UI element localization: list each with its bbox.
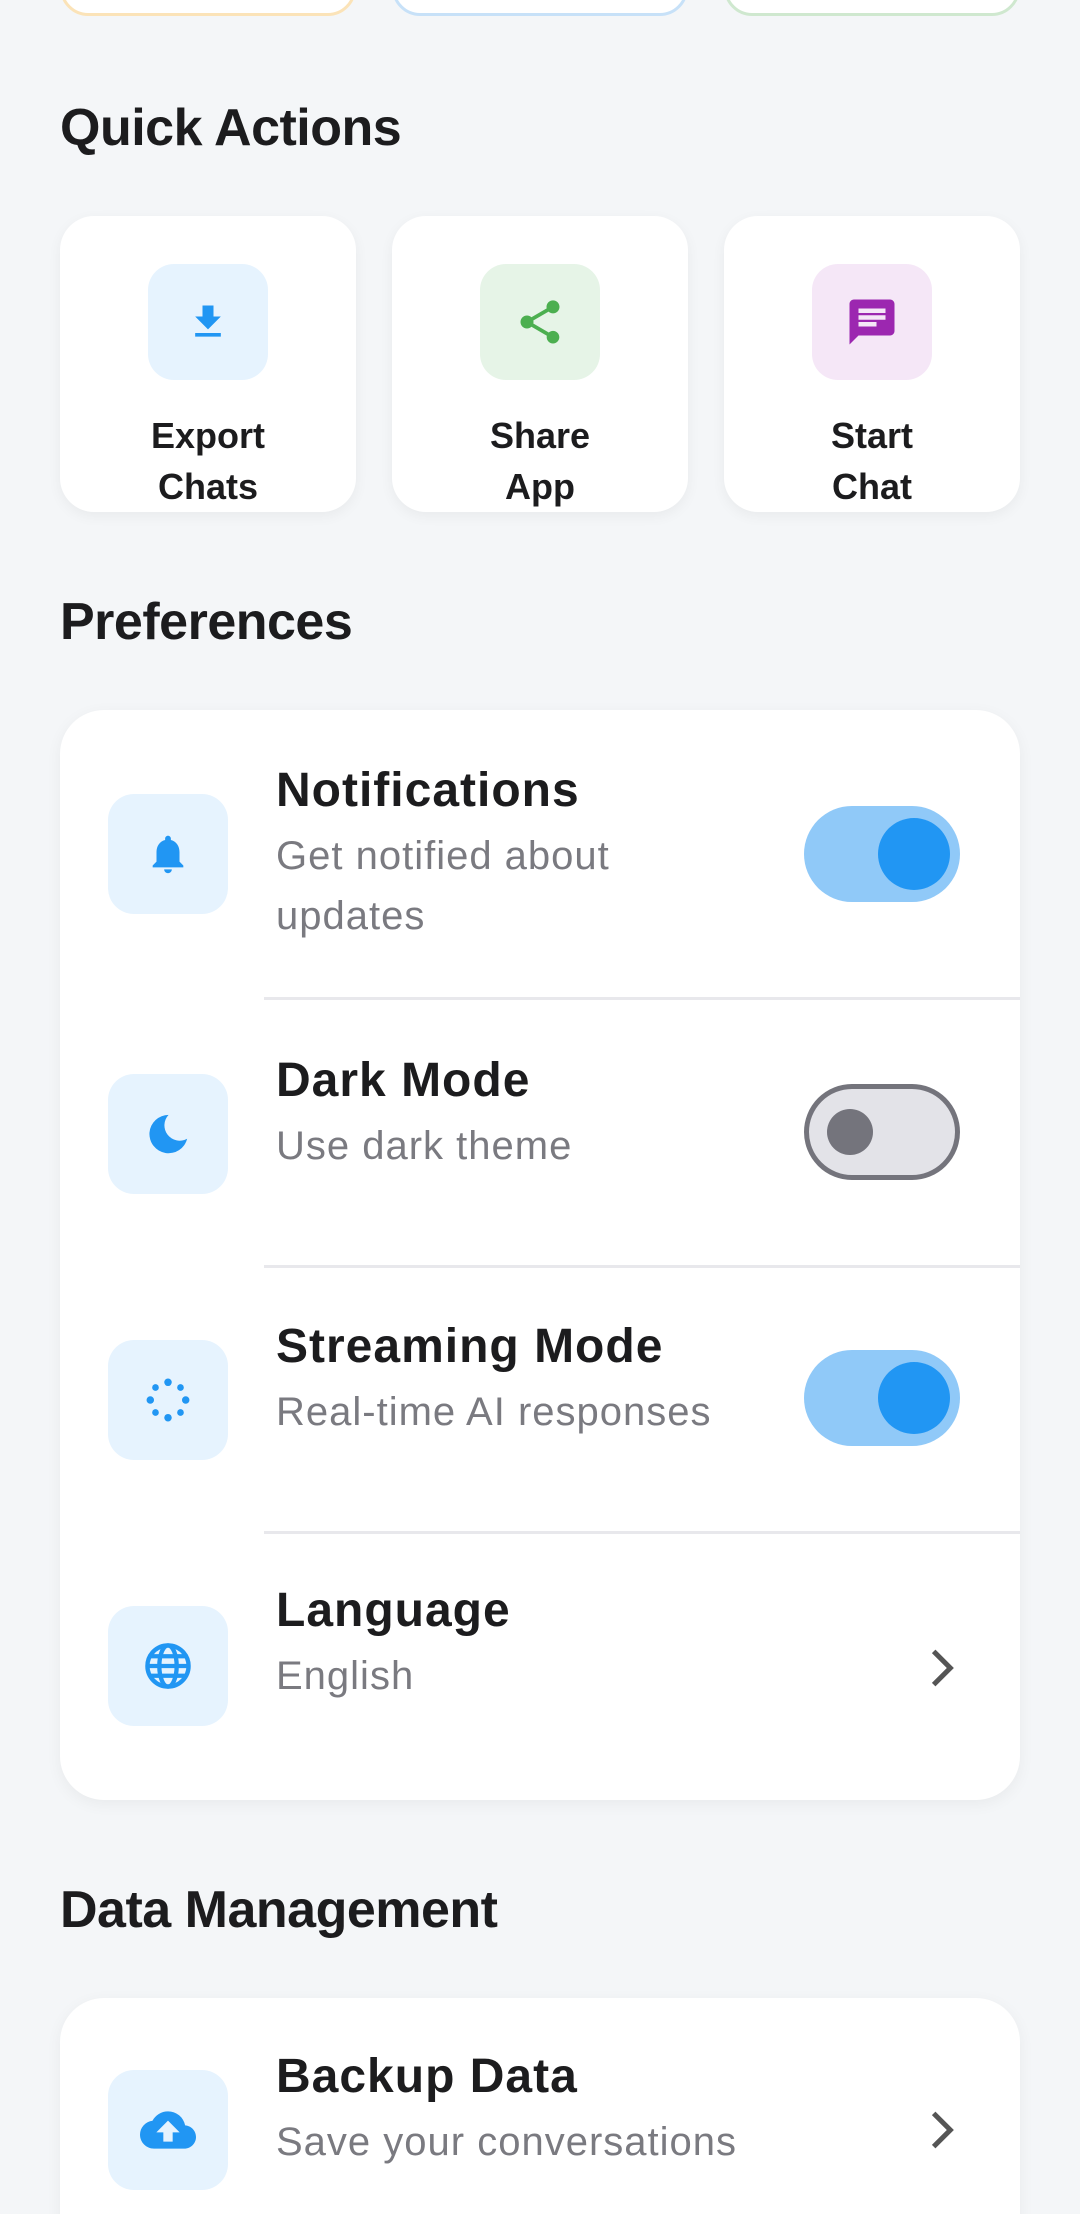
dark-mode-subtitle: Use dark theme xyxy=(276,1124,573,1168)
stats-row xyxy=(60,0,1020,16)
chevron-right-icon xyxy=(922,1648,962,1688)
notifications-toggle[interactable] xyxy=(804,806,960,902)
streaming-mode-title: Streaming Mode xyxy=(276,1320,664,1373)
export-chats-label: Export Chats xyxy=(150,415,265,507)
notifications-title: Notifications xyxy=(276,764,580,817)
cloud-upload-icon xyxy=(108,2070,228,2190)
toggle-knob xyxy=(827,1109,873,1155)
data-management-card: Backup Data Save your conversations xyxy=(60,1998,1020,2214)
stat-card xyxy=(724,0,1020,16)
chevron-right-icon xyxy=(922,2110,962,2150)
moon-icon xyxy=(108,1074,228,1194)
dark-mode-row[interactable]: Dark Mode Use dark theme xyxy=(60,1000,1020,1268)
share-app-label: Share App xyxy=(489,415,591,507)
dark-mode-toggle[interactable] xyxy=(804,1084,960,1180)
quick-actions-row: Export Chats Share App Start Chat xyxy=(60,216,1020,512)
preferences-card: Notifications Get notified about updates… xyxy=(60,710,1020,1800)
language-title: Language xyxy=(276,1584,511,1637)
settings-page: Quick Actions Export Chats Share App Sta… xyxy=(0,0,1080,2214)
dark-mode-title: Dark Mode xyxy=(276,1054,531,1107)
streaming-mode-toggle[interactable] xyxy=(804,1350,960,1446)
streaming-icon xyxy=(108,1340,228,1460)
quick-actions-title: Quick Actions xyxy=(60,99,402,157)
export-chats-button[interactable]: Export Chats xyxy=(60,216,356,512)
data-management-title: Data Management xyxy=(60,1881,498,1939)
language-row[interactable]: Language English xyxy=(60,1534,1020,1800)
start-chat-label: Start Chat xyxy=(830,415,914,507)
download-icon xyxy=(148,264,268,380)
preferences-title: Preferences xyxy=(60,593,353,651)
share-icon xyxy=(480,264,600,380)
language-value: English xyxy=(276,1654,415,1698)
backup-data-title: Backup Data xyxy=(276,2050,578,2103)
start-chat-button[interactable]: Start Chat xyxy=(724,216,1020,512)
stat-card xyxy=(392,0,688,16)
notifications-row[interactable]: Notifications Get notified about updates xyxy=(60,710,1020,1000)
streaming-mode-subtitle: Real-time AI responses xyxy=(276,1390,712,1434)
streaming-mode-row[interactable]: Streaming Mode Real-time AI responses xyxy=(60,1268,1020,1534)
notifications-subtitle: Get notified about updates xyxy=(276,834,610,938)
chat-icon xyxy=(812,264,932,380)
globe-icon xyxy=(108,1606,228,1726)
toggle-knob xyxy=(878,818,950,890)
backup-data-subtitle: Save your conversations xyxy=(276,2120,738,2164)
bell-icon xyxy=(108,794,228,914)
backup-data-row[interactable]: Backup Data Save your conversations xyxy=(60,1998,1020,2214)
toggle-knob xyxy=(878,1362,950,1434)
share-app-button[interactable]: Share App xyxy=(392,216,688,512)
stat-card xyxy=(60,0,356,16)
